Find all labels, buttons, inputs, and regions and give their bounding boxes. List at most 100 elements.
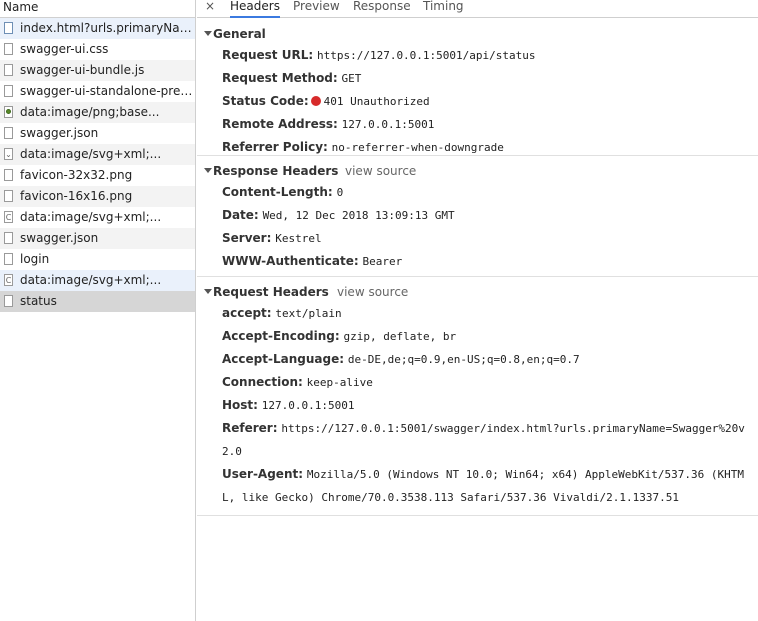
header-row: User-Agent: Mozilla/5.0 (Windows NT 10.0… [197,463,752,509]
header-row: Server: Kestrel [197,227,758,250]
header-value: gzip, deflate, br [343,330,457,343]
header-row: Referer: https://127.0.0.1:5001/swagger/… [197,417,752,463]
header-row: WWW-Authenticate: Bearer [197,250,758,273]
request-row[interactable]: swagger-ui-bundle.js [0,60,195,81]
header-value: no-referrer-when-downgrade [331,141,504,154]
request-name: data:image/svg+xml;... [20,210,162,224]
header-row: accept: text/plain [197,302,758,325]
header-key: Host: [222,398,258,412]
image-icon [4,106,13,118]
request-name: login [20,252,50,266]
view-source-link[interactable]: view source [345,161,416,181]
header-key: Accept-Language: [222,352,345,366]
header-key: Accept-Encoding: [222,329,340,343]
request-row-selected[interactable]: status [0,291,195,312]
request-row[interactable]: swagger.json [0,228,195,249]
close-icon[interactable]: × [205,0,215,13]
request-row[interactable]: ⌄ data:image/svg+xml;... [0,144,195,165]
request-name: data:image/svg+xml;... [20,273,162,287]
tab-preview[interactable]: Preview [293,0,340,12]
request-details-panel: × Headers Preview Response Timing Genera… [197,0,758,621]
svg-icon: C [4,211,13,223]
response-headers-section-header[interactable]: Response Headers view source [197,161,758,181]
header-key: WWW-Authenticate: [222,254,359,268]
request-row[interactable]: C data:image/svg+xml;... [0,207,195,228]
request-name: swagger.json [20,126,99,140]
document-icon [4,43,13,55]
header-value: https://127.0.0.1:5001/swagger/index.htm… [222,422,745,458]
header-key: Request Method: [222,71,338,85]
request-row[interactable]: favicon-16x16.png [0,186,195,207]
request-name: swagger-ui-bundle.js [20,63,145,77]
request-row[interactable]: swagger-ui-standalone-preset.js [0,81,195,102]
request-row[interactable]: C data:image/svg+xml;... [0,270,195,291]
header-value: 401 Unauthorized [323,95,430,108]
header-value: Kestrel [275,232,322,245]
document-icon [4,127,13,139]
section-title: Response Headers [213,164,339,178]
header-key: Remote Address: [222,117,338,131]
tab-timing[interactable]: Timing [423,0,464,12]
request-name: data:image/png;base... [20,105,160,119]
request-headers-section: Request Headers view source accept: text… [197,277,758,516]
request-row[interactable]: favicon-32x32.png [0,165,195,186]
general-section-header[interactable]: General [197,24,758,44]
response-headers-section: Response Headers view source Content-Len… [197,156,758,277]
request-name: swagger.json [20,231,99,245]
header-row: Remote Address: 127.0.0.1:5001 [197,113,758,136]
details-tab-bar: × Headers Preview Response Timing [197,0,758,18]
header-key: Connection: [222,375,303,389]
header-row: Connection: keep-alive [197,371,758,394]
request-name: favicon-32x32.png [20,168,133,182]
request-row[interactable]: data:image/png;base... [0,102,195,123]
request-name: favicon-16x16.png [20,189,133,203]
request-name: index.html?urls.primaryName=Swagger [20,21,194,35]
status-error-icon [310,96,321,106]
tab-headers[interactable]: Headers [230,0,280,18]
header-key: Request URL: [222,48,314,62]
section-title: General [213,27,266,41]
header-key: Content-Length: [222,185,333,199]
request-row[interactable]: login [0,249,195,270]
document-icon [4,190,13,202]
header-row: Date: Wed, 12 Dec 2018 13:09:13 GMT [197,204,758,227]
request-row[interactable]: index.html?urls.primaryName=Swagger [0,18,195,39]
request-name: data:image/svg+xml;... [20,147,162,161]
svg-icon: C [4,274,13,286]
header-key: accept: [222,306,272,320]
header-key: User-Agent: [222,467,304,481]
request-row[interactable]: swagger-ui.css [0,39,195,60]
header-value: GET [341,72,362,85]
header-value: https://127.0.0.1:5001/api/status [316,49,536,62]
document-icon [4,232,13,244]
tab-response[interactable]: Response [353,0,411,12]
request-row[interactable]: swagger.json [0,123,195,144]
header-row: Request URL: https://127.0.0.1:5001/api/… [197,44,758,67]
header-value: 127.0.0.1:5001 [341,118,435,131]
request-headers-section-header[interactable]: Request Headers view source [197,282,758,302]
header-value: text/plain [275,307,342,320]
request-name: swagger-ui.css [20,42,109,56]
name-column-header[interactable]: Name [0,0,195,18]
request-name: status [20,294,57,308]
collapse-triangle-icon [204,31,212,36]
header-row: Status Code: 401 Unauthorized [197,90,758,113]
header-row: Host: 127.0.0.1:5001 [197,394,758,417]
request-list-panel: Name index.html?urls.primaryName=Swagger… [0,0,196,621]
document-icon [4,85,13,97]
view-source-link[interactable]: view source [337,282,408,302]
document-icon [4,253,13,265]
collapse-triangle-icon [204,289,212,294]
section-title: Request Headers [213,285,329,299]
svg-icon: ⌄ [4,148,13,160]
header-value: de-DE,de;q=0.9,en-US;q=0.8,en;q=0.7 [347,353,580,366]
header-value: 127.0.0.1:5001 [261,399,355,412]
document-icon [4,169,13,181]
header-key: Referrer Policy: [222,140,328,154]
header-key: Date: [222,208,259,222]
header-value: Bearer [362,255,403,268]
document-icon [4,22,13,34]
header-key: Status Code: [222,94,309,108]
header-row: Request Method: GET [197,67,758,90]
header-row: Content-Length: 0 [197,181,758,204]
